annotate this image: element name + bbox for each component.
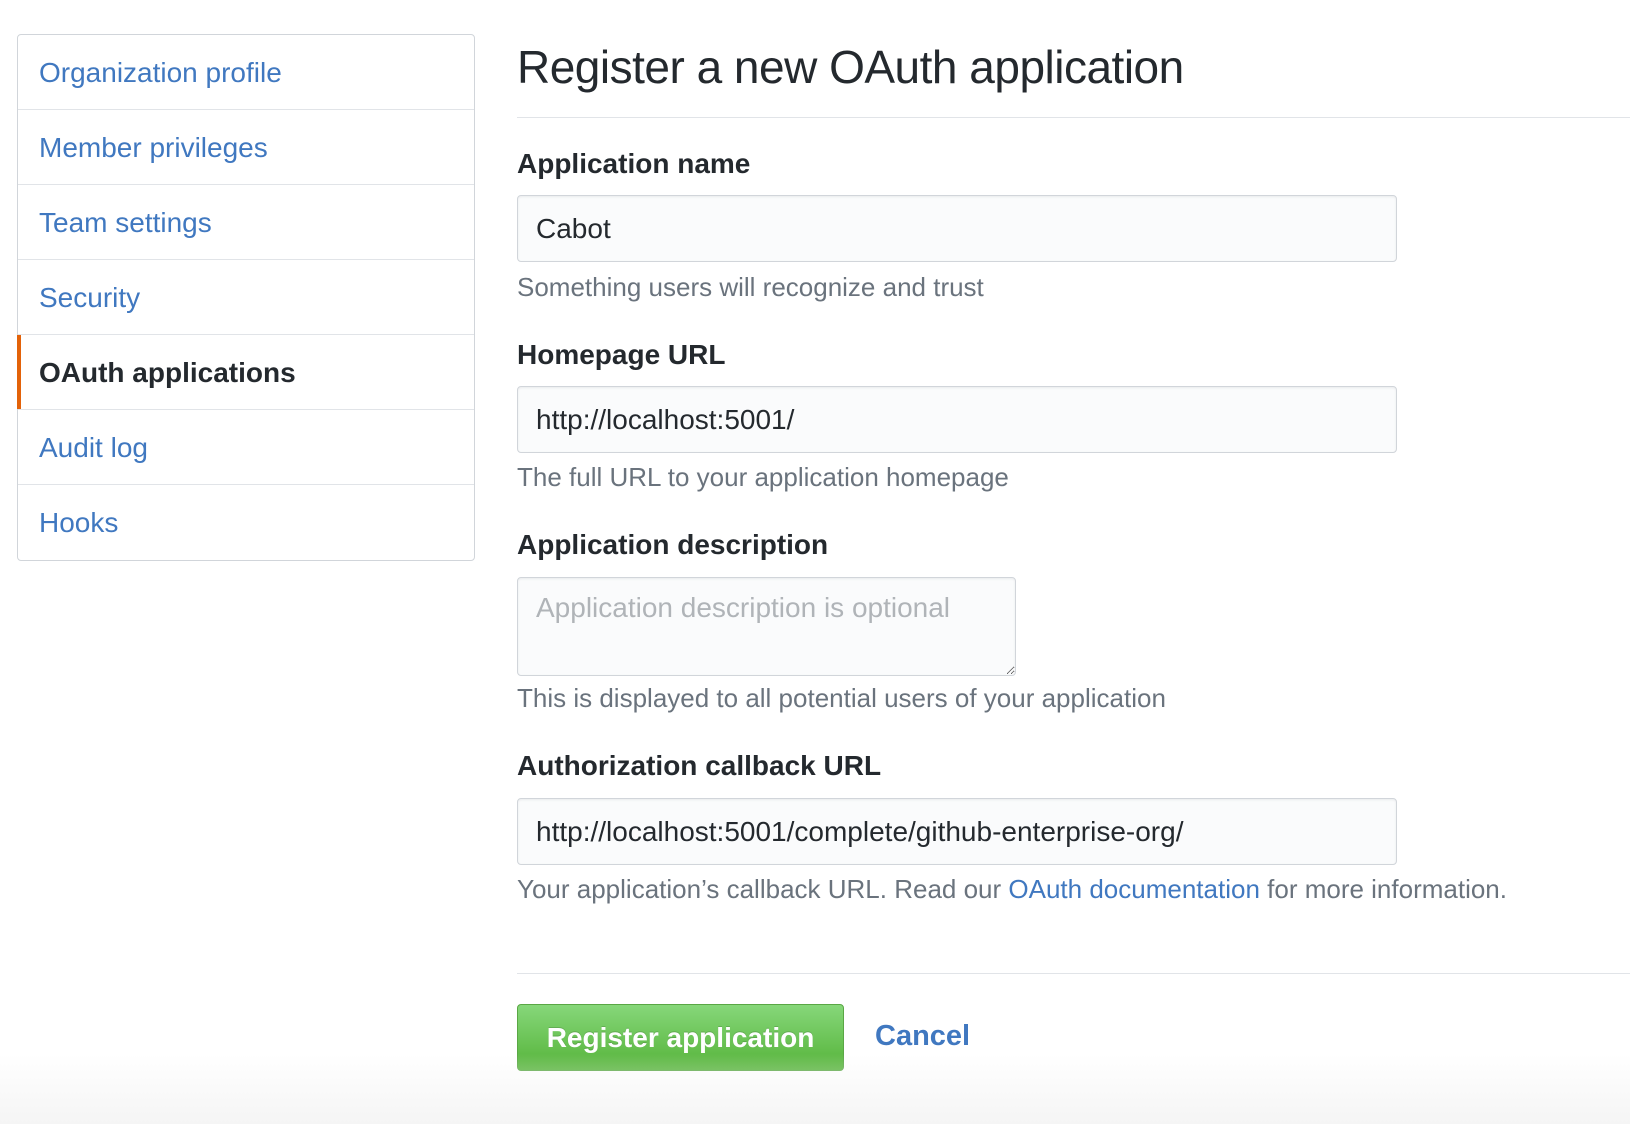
callback-url-note: Your application’s callback URL. Read ou… xyxy=(517,874,1507,905)
bottom-shadow xyxy=(0,1054,1630,1124)
sidebar-item-member-privileges[interactable]: Member privileges xyxy=(18,110,474,185)
callback-url-label: Authorization callback URL xyxy=(517,750,882,781)
application-name-input[interactable] xyxy=(517,195,1397,262)
cancel-link[interactable]: Cancel xyxy=(875,1020,970,1053)
callback-url-note-before: Your application’s callback URL. Read ou… xyxy=(517,874,1009,904)
callback-url-input[interactable] xyxy=(517,798,1397,865)
sidebar-item-oauth-applications[interactable]: OAuth applications xyxy=(17,335,474,410)
homepage-url-input[interactable] xyxy=(517,386,1397,453)
sidebar-item-hooks[interactable]: Hooks xyxy=(18,485,474,560)
sidebar-item-audit-log[interactable]: Audit log xyxy=(18,410,474,485)
homepage-url-note: The full URL to your application homepag… xyxy=(517,462,1009,492)
application-name-note: Something users will recognize and trust xyxy=(517,272,984,302)
application-name-label: Application name xyxy=(517,148,751,179)
sidebar-item-organization-profile[interactable]: Organization profile xyxy=(18,35,474,110)
oauth-documentation-link[interactable]: OAuth documentation xyxy=(1008,874,1260,904)
title-divider xyxy=(517,117,1630,118)
form-divider xyxy=(517,973,1630,974)
homepage-url-label: Homepage URL xyxy=(517,339,726,370)
application-description-label: Application description xyxy=(517,529,829,560)
settings-sidebar: Organization profile Member privileges T… xyxy=(17,34,475,561)
sidebar-item-security[interactable]: Security xyxy=(18,260,474,335)
application-description-note: This is displayed to all potential users… xyxy=(517,683,1166,713)
page-title: Register a new OAuth application xyxy=(517,41,1184,93)
application-description-textarea[interactable] xyxy=(517,577,1016,676)
callback-url-note-after: for more information. xyxy=(1259,874,1507,904)
sidebar-item-team-settings[interactable]: Team settings xyxy=(18,185,474,260)
